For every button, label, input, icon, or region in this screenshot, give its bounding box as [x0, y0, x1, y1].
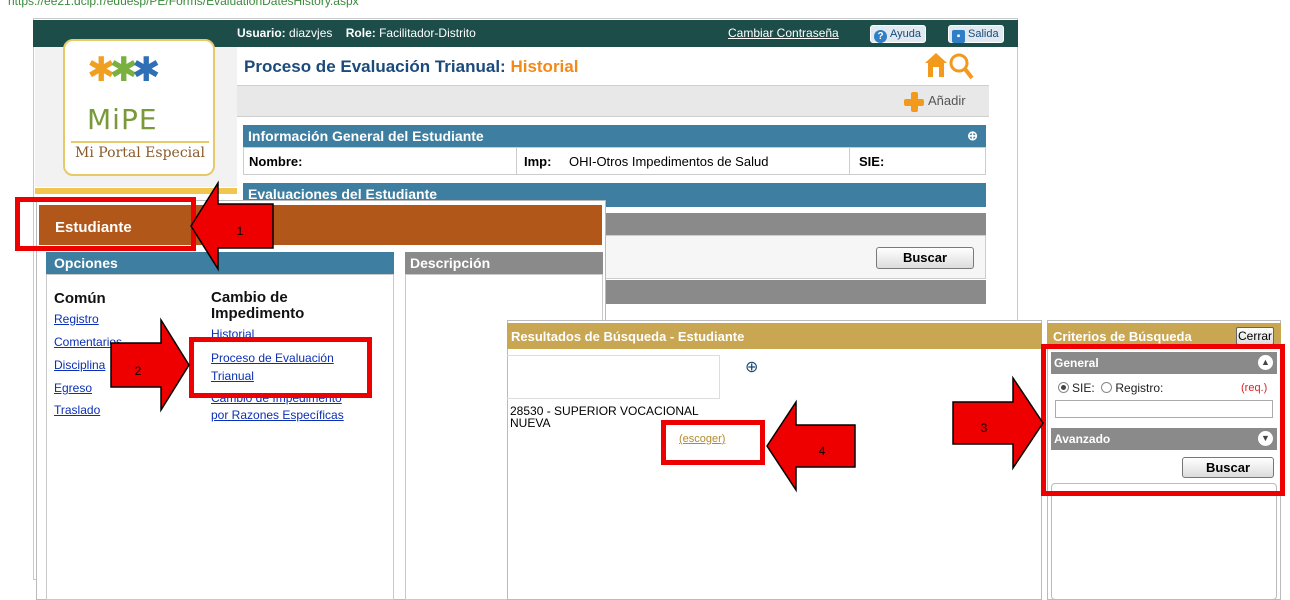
annotation-label-1: 1: [237, 224, 244, 238]
annotation-label-4: 4: [819, 444, 826, 458]
user-value: diazvjes: [289, 26, 333, 40]
impairment-heading-line2: Impedimento: [211, 305, 305, 322]
help-label: Ayuda: [890, 28, 921, 40]
annotation-box-1: [15, 197, 196, 251]
help-icon: ?: [874, 30, 887, 43]
menu-link-registro[interactable]: Registro: [54, 312, 99, 326]
annotation-arrow-2: 2: [110, 317, 190, 413]
annotation-box-2: [189, 337, 372, 398]
close-button[interactable]: Cerrar: [1236, 327, 1274, 345]
exit-label: Salida: [968, 28, 999, 40]
imp-value: OHI-Otros Impedimentos de Salud: [569, 154, 769, 169]
lock-icon: ▪: [952, 30, 965, 43]
annotation-label-3: 3: [981, 421, 988, 435]
help-button[interactable]: ? Ayuda: [870, 25, 926, 43]
home-icon[interactable]: [924, 52, 948, 78]
common-heading: Común: [54, 290, 106, 307]
evaluations-list-header: [600, 280, 986, 304]
search-results-box: [507, 355, 720, 399]
criteria-results-box: [1051, 483, 1277, 600]
toolbar-strip: [237, 85, 989, 117]
user-label: Usuario:: [237, 26, 286, 40]
add-button[interactable]: Añadir: [903, 89, 966, 113]
add-label: Añadir: [928, 93, 966, 108]
logo-text: MiPE: [87, 103, 158, 136]
student-info-header: Información General del Estudiante ⊕: [243, 125, 986, 147]
page-title: Proceso de Evaluación Trianual: Historia…: [244, 57, 578, 77]
annotation-label-2: 2: [135, 364, 142, 378]
menu-link-traslado[interactable]: Traslado: [54, 403, 100, 417]
menu-link-razones-especificas[interactable]: por Razones Específicas: [211, 408, 344, 422]
search-results-header: Resultados de Búsqueda - Estudiante: [507, 323, 1042, 349]
imp-label: Imp:: [524, 154, 552, 169]
change-password-link[interactable]: Cambiar Contraseña: [728, 26, 839, 40]
plus-icon: [903, 91, 925, 113]
people-figures-icon: ✱✱✱: [87, 51, 160, 89]
logo-subtitle: Mi Portal Especial: [71, 141, 209, 161]
student-info-row: Nombre: Imp: OHI-Otros Impedimentos de S…: [243, 147, 986, 175]
evaluations-subheader: [600, 213, 986, 235]
role-value: Facilitador-Distrito: [379, 26, 476, 40]
exit-button[interactable]: ▪ Salida: [948, 25, 1004, 43]
name-label: Nombre:: [249, 154, 303, 169]
annotation-box-3: [1041, 344, 1285, 496]
annotation-arrow-4: 4: [766, 399, 856, 493]
evaluations-search-button[interactable]: Buscar: [876, 247, 974, 269]
student-info-title: Información General del Estudiante: [248, 128, 484, 144]
role-label: Role:: [345, 26, 376, 40]
url-bar-text: https://ee21.dcip.r/eduesp/PE/Forms/Eval…: [8, 0, 359, 8]
menu-link-disciplina[interactable]: Disciplina: [54, 358, 105, 372]
page-title-main: Proceso de Evaluación Trianual:: [244, 57, 506, 76]
page-title-highlight: Historial: [510, 57, 579, 76]
annotation-arrow-3: 3: [952, 375, 1044, 471]
impairment-heading-line1: Cambio de: [211, 289, 288, 306]
annotation-box-4: [661, 420, 765, 465]
mipe-logo: ✱✱✱ MiPE Mi Portal Especial: [63, 39, 215, 176]
user-info: Usuario: diazvjes Role: Facilitador-Dist…: [237, 26, 476, 40]
zoom-in-icon[interactable]: ⊕: [967, 128, 978, 144]
description-header: Descripción: [405, 252, 603, 274]
sie-label: SIE:: [859, 154, 885, 169]
zoom-in-icon[interactable]: ⊕: [745, 357, 758, 377]
menu-link-egreso[interactable]: Egreso: [54, 381, 92, 395]
annotation-arrow-1: 1: [190, 180, 274, 272]
impairment-heading: Cambio de Impedimento: [211, 290, 304, 322]
search-icon[interactable]: [948, 52, 974, 80]
